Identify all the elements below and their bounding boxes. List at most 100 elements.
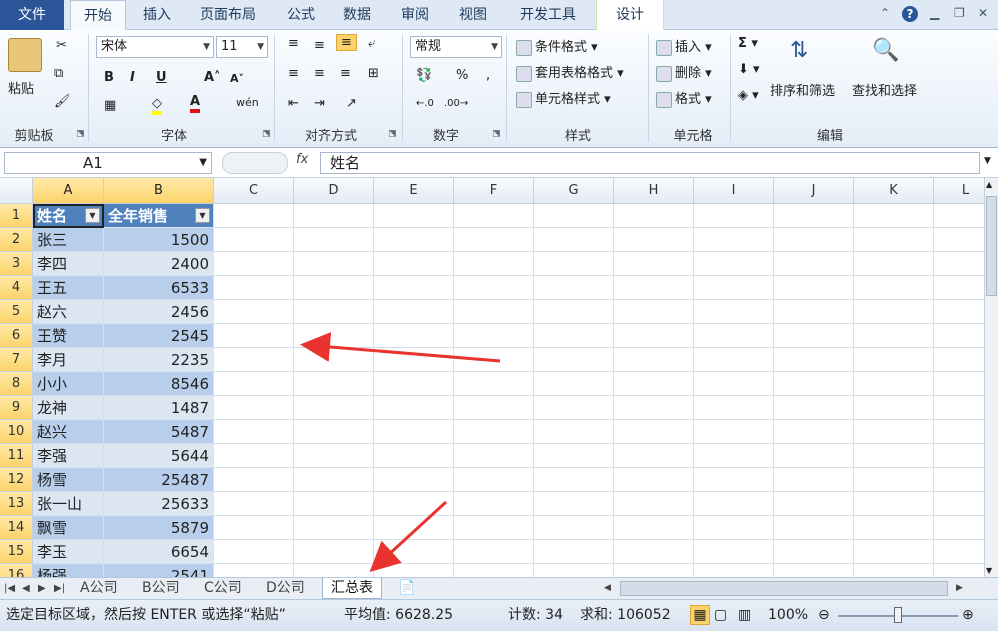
merge-center-icon[interactable]: ⊞ [368,66,379,81]
sheet-tab-d[interactable]: D公司 [266,578,305,599]
window-restore-icon[interactable]: ❐ [954,6,965,20]
find-select-button[interactable]: 查找和选择 [852,80,917,99]
decrease-indent-icon[interactable]: ⇤ [288,96,299,111]
format-as-table-button[interactable]: 套用表格格式 ▾ [516,62,624,82]
name-box[interactable]: A1 ▼ [4,152,212,174]
scroll-right-icon[interactable]: ▶ [956,578,963,599]
last-sheet-icon[interactable]: ▶| [54,578,65,599]
align-middle-icon[interactable]: ≡ [314,38,325,53]
grow-font-icon[interactable]: A˄ [204,70,221,85]
zoom-slider-thumb[interactable] [894,607,902,623]
sheet-tab-a[interactable]: A公司 [80,578,118,599]
tab-insert[interactable]: 插入 [134,0,180,30]
shrink-font-icon[interactable]: A˅ [230,72,244,85]
insert-function-icon[interactable]: fx [296,152,308,167]
tab-developer[interactable]: 开发工具 [508,0,588,30]
font-size-select[interactable]: 11 ▼ [216,36,268,58]
help-icon[interactable]: ? [902,6,918,22]
sheet-tab-summary[interactable]: 汇总表 [322,578,382,599]
cut-icon[interactable]: ✂ [56,38,67,53]
zoom-level[interactable]: 100% [768,600,808,630]
status-average: 平均值: 6628.25 [344,607,454,623]
conditional-format-button[interactable]: 条件格式 ▾ [516,36,598,56]
font-launcher-icon[interactable]: ⬔ [262,129,271,139]
align-center-icon[interactable]: ≡ [314,66,325,81]
sheet-tab-c[interactable]: C公司 [204,578,242,599]
tab-view[interactable]: 视图 [450,0,496,30]
tab-formulas[interactable]: 公式 [278,0,324,30]
cell-styles-icon [516,91,532,108]
tab-design[interactable]: 设计 [596,0,664,30]
increase-decimal-icon[interactable]: ←.0 [416,98,434,109]
page-layout-view-icon[interactable]: ▢ [714,600,727,630]
format-cells-button[interactable]: 格式 ▾ [656,88,712,108]
bold-icon[interactable]: B [104,70,114,85]
italic-icon[interactable]: I [130,70,135,85]
cell-styles-button[interactable]: 单元格样式 ▾ [516,88,611,108]
fill-color-icon[interactable]: ◇ [152,96,162,115]
insert-cells-button[interactable]: 插入 ▾ [656,36,712,56]
number-launcher-icon[interactable]: ⬔ [492,129,501,139]
clear-icon[interactable]: ◈ ▾ [738,88,759,103]
scroll-left-icon[interactable]: ◀ [604,578,611,599]
tab-home[interactable]: 开始 [70,0,126,31]
minimize-ribbon-icon[interactable]: ⌃ [880,6,890,20]
expand-formula-bar-icon[interactable]: ▼ [984,156,991,166]
delete-cells-button[interactable]: 删除 ▾ [656,62,712,82]
decrease-decimal-icon[interactable]: .00→ [444,98,468,109]
wrap-text-icon[interactable]: ⤶ [368,36,375,51]
tab-file[interactable]: 文件 [0,0,64,30]
number-format-select[interactable]: 常规 ▼ [410,36,502,58]
worksheet-grid[interactable]: ABCDEFGHIJKL 1 2 3 4 5 6 7 8 9 10 11 12 13 14 15 16 姓名 ▼… [0,178,998,577]
clipboard-launcher-icon[interactable]: ⬔ [76,129,85,139]
accounting-format-icon[interactable]: 💱 [416,68,432,83]
scroll-down-icon[interactable]: ▼ [986,566,992,575]
paste-button[interactable]: 粘贴 [8,78,34,97]
tab-review[interactable]: 审阅 [392,0,438,30]
paste-icon[interactable] [8,38,42,72]
status-sum: 求和: 106052 [580,607,671,623]
comma-style-icon[interactable]: , [486,68,490,83]
increase-indent-icon[interactable]: ⇥ [314,96,325,111]
align-right-icon[interactable]: ≡ [340,66,351,81]
vertical-scroll-thumb[interactable] [986,196,997,296]
sort-filter-icon: ⇅ [790,38,809,63]
next-sheet-icon[interactable]: ▶ [38,578,46,599]
format-painter-icon[interactable]: 🖌 [54,94,71,109]
sort-filter-button[interactable]: 排序和筛选 [770,80,835,99]
formula-input[interactable] [320,152,980,174]
font-color-icon[interactable]: A [190,94,201,113]
align-left-icon[interactable]: ≡ [288,66,299,81]
scroll-up-icon[interactable]: ▲ [986,180,992,189]
annotation-arrows [300,332,501,573]
autosum-icon[interactable]: Σ ▾ [738,36,758,51]
horizontal-scroll-thumb[interactable] [620,581,948,596]
page-break-view-icon[interactable]: ▥ [738,600,751,630]
align-top-icon[interactable]: ≡ [288,36,299,51]
prev-sheet-icon[interactable]: ◀ [22,578,30,599]
font-name-select[interactable]: 宋体 ▼ [96,36,214,58]
copy-icon[interactable]: ⧉ [54,66,63,81]
zoom-out-icon[interactable]: ⊖ [818,600,830,630]
conditional-format-label: 条件格式 [535,40,588,55]
alignment-launcher-icon[interactable]: ⬔ [388,129,397,139]
vertical-scrollbar[interactable]: ▲ ▼ [984,178,998,577]
first-sheet-icon[interactable]: |◀ [4,578,15,599]
percent-icon[interactable]: % [456,68,468,83]
zoom-in-icon[interactable]: ⊕ [962,600,974,630]
window-minimize-icon[interactable]: ▁ [930,6,939,20]
orientation-icon[interactable]: ↗ [346,96,357,111]
tab-page-layout[interactable]: 页面布局 [190,0,266,30]
phonetic-icon[interactable]: wén [236,96,259,109]
insert-sheet-icon[interactable]: 📄 [398,578,415,599]
tab-data[interactable]: 数据 [334,0,380,30]
ribbon: 粘贴 ✂ ⧉ 🖌 剪贴板 ⬔ 宋体 ▼ 11 ▼ B I U A˄ A˅ ▦ ◇ A… [0,30,998,148]
normal-view-icon[interactable]: ▦ [690,605,710,625]
sheet-tab-b[interactable]: B公司 [142,578,180,599]
window-close-icon[interactable]: ✕ [978,6,988,20]
borders-icon[interactable]: ▦ [104,98,116,113]
underline-icon[interactable]: U [156,70,167,85]
align-bottom-icon[interactable]: ≡ [336,34,357,51]
fill-icon[interactable]: ⬇ ▾ [738,62,760,77]
formula-bar-splitter[interactable] [222,152,288,174]
